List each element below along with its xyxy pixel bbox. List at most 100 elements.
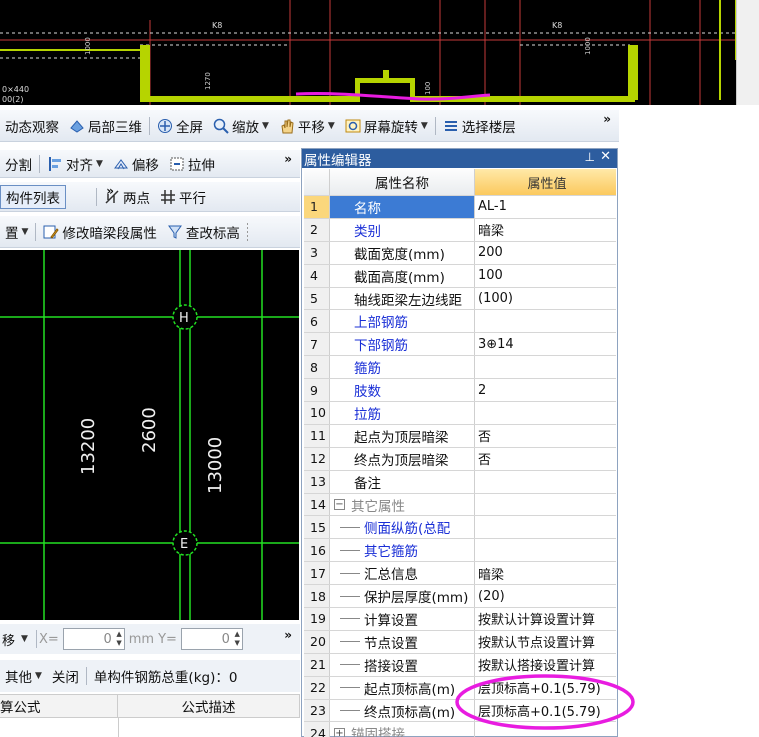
set-button[interactable]: 置 ▼: [0, 221, 33, 243]
property-name-cell[interactable]: 起点为顶层暗梁: [330, 424, 475, 447]
property-name-cell[interactable]: 计算设置: [330, 608, 475, 630]
modify-hidden-beam-button[interactable]: 修改暗梁段属性: [38, 221, 162, 243]
toolbar-overflow-icon[interactable]: »: [603, 112, 611, 126]
property-value-cell[interactable]: 按默认搭接设置计算: [475, 654, 616, 676]
expand-icon[interactable]: +: [334, 727, 345, 737]
property-row[interactable]: 16 其它箍筋: [304, 539, 616, 563]
close-button[interactable]: 关闭: [47, 665, 84, 687]
property-row[interactable]: 20 节点设置 按默认节点设置计算: [304, 630, 616, 654]
property-row[interactable]: 2 类别 暗梁: [304, 218, 616, 242]
property-name-cell[interactable]: 上部钢筋: [330, 310, 475, 333]
align-button[interactable]: 对齐 ▼: [42, 153, 108, 175]
toolbar-overflow-icon[interactable]: »: [284, 152, 292, 166]
property-row[interactable]: 11 起点为顶层暗梁 否: [304, 424, 616, 448]
property-value-header[interactable]: 属性值: [475, 169, 616, 195]
property-row[interactable]: 3 截面宽度(mm) 200: [304, 241, 616, 265]
pan-button[interactable]: 平移 ▼: [274, 115, 340, 137]
split-button[interactable]: 分割: [0, 153, 37, 175]
property-name-cell[interactable]: 轴线距梁左边线距: [330, 287, 475, 310]
property-name-cell[interactable]: 搭接设置: [330, 653, 475, 676]
check-elevation-button[interactable]: 查改标高: [162, 221, 245, 243]
move-mode-dropdown-icon[interactable]: ▼: [21, 634, 28, 644]
property-name-header[interactable]: 属性名称: [330, 169, 475, 195]
property-row[interactable]: 22 起点顶标高(m) 层顶标高+0.1(5.79): [304, 676, 616, 700]
property-name-cell[interactable]: 起点顶标高(m): [330, 676, 475, 699]
zoom-button[interactable]: 缩放 ▼: [208, 115, 274, 137]
align-dropdown-icon[interactable]: ▼: [96, 159, 103, 169]
property-value-cell[interactable]: [475, 310, 616, 332]
fullscreen-button[interactable]: 全屏: [152, 115, 208, 137]
coord-overflow-icon[interactable]: »: [284, 628, 292, 642]
property-row[interactable]: 7 下部钢筋 3⊕14: [304, 333, 616, 357]
two-points-button[interactable]: 两点: [99, 186, 155, 208]
property-value-cell[interactable]: [475, 356, 616, 378]
property-name-cell[interactable]: − 其它属性: [330, 493, 475, 516]
pin-icon[interactable]: ⊥: [585, 150, 595, 164]
select-floor-button[interactable]: 选择楼层: [438, 115, 521, 137]
property-row[interactable]: 24 + 锚固搭接: [304, 722, 616, 737]
property-row[interactable]: 5 轴线距梁左边线距 (100): [304, 287, 616, 311]
collapse-icon[interactable]: −: [334, 499, 345, 511]
y-spinner-icon[interactable]: ▲ ▼: [235, 630, 240, 648]
property-value-cell[interactable]: AL-1: [475, 196, 616, 218]
property-value-cell[interactable]: 暗梁: [475, 562, 616, 584]
local-3d-button[interactable]: 局部三维: [64, 115, 147, 137]
component-list-button[interactable]: 构件列表: [0, 184, 66, 209]
stretch-button[interactable]: 拉伸: [164, 153, 220, 175]
property-name-cell[interactable]: 终点顶标高(m): [330, 699, 475, 722]
property-editor-titlebar[interactable]: 属性编辑器 ⊥ ✕: [302, 149, 617, 169]
property-value-cell[interactable]: [475, 471, 616, 493]
property-row[interactable]: 12 终点为顶层暗梁 否: [304, 447, 616, 471]
property-value-cell[interactable]: [475, 539, 616, 561]
property-value-cell[interactable]: 层顶标高+0.1(5.79): [475, 677, 616, 699]
cad-top-drawing[interactable]: K8 K8 0×440 00(2) 1000 1000 1270 100: [0, 0, 736, 105]
property-value-cell[interactable]: 200: [475, 242, 616, 264]
property-name-cell[interactable]: 箍筋: [330, 356, 475, 379]
property-value-cell[interactable]: [475, 402, 616, 424]
property-value-cell[interactable]: 按默认计算设置计算: [475, 608, 616, 630]
property-row[interactable]: 21 搭接设置 按默认搭接设置计算: [304, 653, 616, 677]
property-value-cell[interactable]: [475, 722, 616, 737]
property-name-cell[interactable]: 侧面纵筋(总配: [330, 516, 475, 539]
drawing-canvas[interactable]: H E 13200 2600 13000: [0, 250, 299, 620]
x-spinner-icon[interactable]: ▲ ▼: [116, 630, 121, 648]
property-name-cell[interactable]: + 锚固搭接: [330, 722, 475, 737]
close-icon[interactable]: ✕: [600, 149, 611, 164]
property-row[interactable]: 17 汇总信息 暗梁: [304, 562, 616, 586]
property-name-cell[interactable]: 下部钢筋: [330, 333, 475, 356]
property-row[interactable]: 14− 其它属性: [304, 493, 616, 517]
screen-rotate-dropdown-icon[interactable]: ▼: [421, 121, 428, 131]
property-value-cell[interactable]: (100): [475, 288, 616, 310]
property-name-cell[interactable]: 肢数: [330, 379, 475, 402]
set-dropdown-icon[interactable]: ▼: [22, 227, 29, 237]
zoom-dropdown-icon[interactable]: ▼: [262, 121, 269, 131]
property-row[interactable]: 23 终点顶标高(m) 层顶标高+0.1(5.79): [304, 699, 616, 723]
property-value-cell[interactable]: 暗梁: [475, 219, 616, 241]
property-name-cell[interactable]: 截面宽度(mm): [330, 241, 475, 264]
property-value-cell[interactable]: 100: [475, 265, 616, 287]
screen-rotate-button[interactable]: 屏幕旋转 ▼: [340, 115, 433, 137]
property-value-cell[interactable]: 3⊕14: [475, 333, 616, 355]
property-name-cell[interactable]: 保护层厚度(mm): [330, 585, 475, 608]
property-row[interactable]: 8 箍筋: [304, 356, 616, 380]
property-value-cell[interactable]: 层顶标高+0.1(5.79): [475, 700, 616, 722]
property-name-cell[interactable]: 类别: [330, 218, 475, 241]
property-name-cell[interactable]: 节点设置: [330, 630, 475, 653]
property-value-cell[interactable]: 否: [475, 448, 616, 470]
property-value-cell[interactable]: (20): [475, 585, 616, 607]
formula-column-header[interactable]: 算公式: [0, 695, 118, 717]
formula-table-body[interactable]: [0, 718, 300, 737]
dynamic-view-button[interactable]: 动态观察: [0, 115, 64, 137]
other-menu-button[interactable]: 其他 ▼: [0, 665, 47, 687]
x-coordinate-input[interactable]: 0 ▲ ▼: [62, 628, 125, 650]
property-row[interactable]: 6 上部钢筋: [304, 310, 616, 334]
formula-description-column-header[interactable]: 公式描述: [118, 695, 300, 717]
property-name-cell[interactable]: 汇总信息: [330, 562, 475, 585]
property-value-cell[interactable]: 按默认节点设置计算: [475, 631, 616, 653]
property-name-cell[interactable]: 终点为顶层暗梁: [330, 447, 475, 470]
property-row[interactable]: 15 侧面纵筋(总配: [304, 516, 616, 540]
property-row[interactable]: 10 拉筋: [304, 402, 616, 425]
property-row[interactable]: 1 名称 AL-1: [304, 196, 616, 219]
property-name-cell[interactable]: 名称: [330, 196, 475, 218]
property-row[interactable]: 13 备注: [304, 470, 616, 494]
